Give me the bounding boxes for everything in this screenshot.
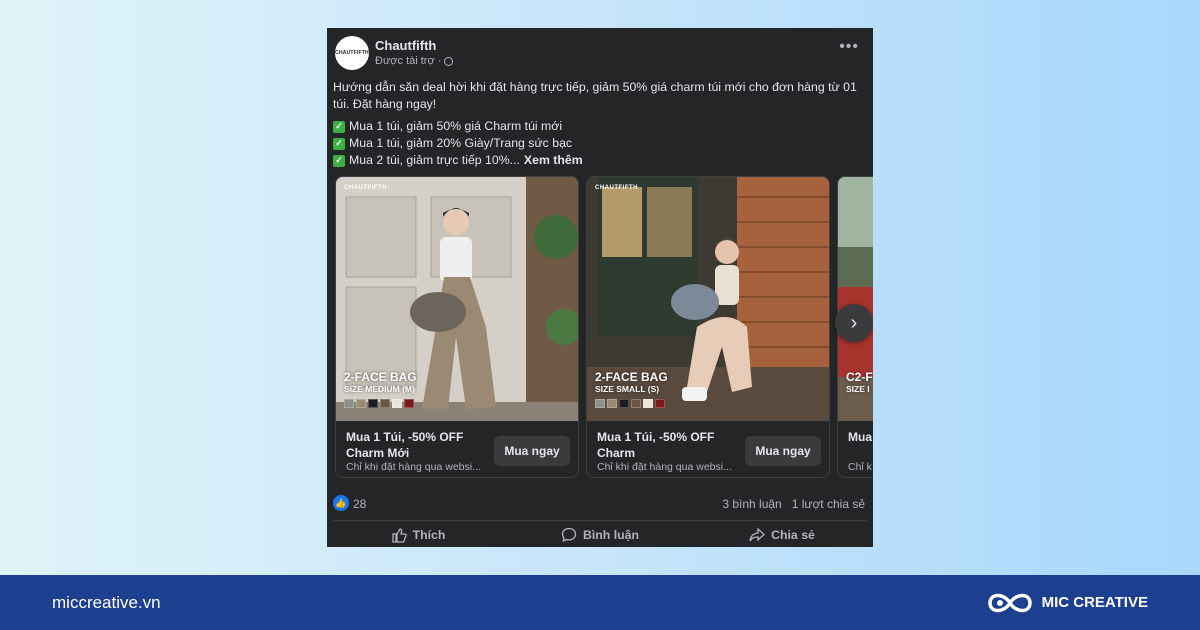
share-label: Chia sẻ bbox=[771, 528, 815, 542]
card-subtitle: Chỉ khi đặt hàng qua websi... bbox=[597, 461, 732, 473]
chevron-right-icon: › bbox=[850, 311, 858, 334]
more-options-icon[interactable]: ••• bbox=[839, 38, 859, 56]
photo-product-name: C2-F bbox=[846, 370, 873, 384]
photo-product-name: 2-FACE BAG bbox=[595, 370, 668, 384]
photo-product-size: SIZE MEDIUM (M) bbox=[344, 384, 415, 394]
color-swatches bbox=[595, 399, 665, 408]
carousel-next-button[interactable]: › bbox=[835, 304, 873, 342]
engagement-counts: 3 bình luận 1 lượt chia sẻ bbox=[722, 497, 865, 511]
caption-text: Hướng dẫn săn deal hời khi đặt hàng trực… bbox=[333, 80, 857, 111]
like-label: Thích bbox=[412, 528, 446, 542]
check-mark-icon: ✓ bbox=[333, 120, 345, 133]
caption-bullet: ✓ Mua 1 túi, giảm 20% Giày/Trang sức bạc bbox=[333, 135, 863, 152]
comment-count[interactable]: 3 bình luận bbox=[722, 497, 781, 511]
like-button[interactable]: Thích bbox=[327, 524, 509, 546]
check-mark-icon: ✓ bbox=[333, 154, 345, 167]
photo-product-size: SIZE SMALL (S) bbox=[595, 384, 660, 394]
carousel-card[interactable]: CHAUTFIFTH 2-FACE BAG SIZE SMALL (S) Mua… bbox=[586, 176, 830, 478]
caption-bullet: ✓ Mua 2 túi, giảm trực tiếp 10%... Xem t… bbox=[333, 152, 863, 169]
post-stats: 👍 28 3 bình luận 1 lượt chia sẻ bbox=[333, 494, 865, 514]
product-photo[interactable]: CHAUTFIFTH 2-FACE BAG SIZE MEDIUM (M) bbox=[336, 177, 578, 421]
share-arrow-icon bbox=[749, 527, 766, 542]
post-header: CHAUTFIFTH Chautfifth Được tài trợ · ••• bbox=[335, 36, 865, 72]
card-footer: Mua 1 Túi, -50% OFF Charm Mới Chỉ khi đặ… bbox=[336, 421, 578, 477]
sponsored-text: Được tài trợ · bbox=[375, 55, 442, 67]
page-avatar[interactable]: CHAUTFIFTH bbox=[335, 36, 369, 70]
post-actions: Thích Bình luận Chia sẻ bbox=[327, 524, 873, 546]
thumbs-up-icon bbox=[391, 528, 407, 543]
website-url: miccreative.vn bbox=[52, 592, 161, 612]
card-subtitle: Chỉ khi đặt hàng qua websi... bbox=[346, 461, 481, 473]
like-reaction-icon[interactable]: 👍 bbox=[333, 495, 349, 511]
photo-product-size: SIZE I bbox=[846, 384, 870, 394]
product-photo[interactable]: C2-F SIZE I bbox=[838, 177, 873, 421]
footer-bar: miccreative.vn MIC CREATIVE bbox=[0, 575, 1200, 630]
divider bbox=[333, 520, 867, 521]
buy-now-button[interactable]: Mua ngay bbox=[745, 436, 821, 466]
photo-brand-watermark: CHAUTFIFTH bbox=[595, 185, 638, 191]
card-title: Mua 1 Túi, -50% OFF Charm Mới bbox=[346, 430, 464, 460]
share-button[interactable]: Chia sẻ bbox=[691, 524, 873, 546]
check-mark-icon: ✓ bbox=[333, 137, 345, 150]
product-photo[interactable]: CHAUTFIFTH 2-FACE BAG SIZE SMALL (S) bbox=[587, 177, 829, 421]
card-footer: Mua 1 Túi, -50% OFF Charm Chỉ khi đặt hà… bbox=[587, 421, 829, 477]
color-swatches bbox=[344, 399, 414, 408]
brand-name: MIC CREATIVE bbox=[1041, 594, 1148, 611]
share-count[interactable]: 1 lượt chia sẻ bbox=[792, 497, 865, 511]
card-subtitle: Chỉ k bbox=[848, 461, 872, 473]
photo-product-name: 2-FACE BAG bbox=[344, 370, 417, 384]
post-caption: Hướng dẫn săn deal hời khi đặt hàng trực… bbox=[333, 79, 863, 169]
card-title: Mua 1 Túi, -50% OFF Charm bbox=[597, 430, 715, 460]
carousel-card[interactable]: CHAUTFIFTH 2-FACE BAG SIZE MEDIUM (M) Mu… bbox=[335, 176, 579, 478]
product-carousel: CHAUTFIFTH 2-FACE BAG SIZE MEDIUM (M) Mu… bbox=[335, 176, 873, 478]
photo-brand-watermark: CHAUTFIFTH bbox=[344, 185, 387, 191]
brand-logo: MIC CREATIVE bbox=[986, 589, 1148, 617]
facebook-post: CHAUTFIFTH Chautfifth Được tài trợ · •••… bbox=[327, 28, 873, 547]
comment-bubble-icon bbox=[561, 527, 577, 543]
bullet-text: Mua 2 túi, giảm trực tiếp 10%... bbox=[349, 153, 520, 167]
card-title: Mua Char bbox=[848, 430, 873, 444]
comment-button[interactable]: Bình luận bbox=[509, 524, 691, 546]
card-footer: Mua Char Chỉ k bbox=[838, 421, 873, 477]
caption-bullet: ✓ Mua 1 túi, giảm 50% giá Charm túi mới bbox=[333, 118, 863, 135]
infinity-logo-icon bbox=[987, 593, 1032, 612]
sponsored-label: Được tài trợ · bbox=[375, 55, 454, 67]
bullet-text: Mua 1 túi, giảm 50% giá Charm túi mới bbox=[349, 119, 563, 133]
comment-label: Bình luận bbox=[582, 528, 639, 542]
buy-now-button[interactable]: Mua ngay bbox=[494, 436, 570, 466]
see-more-link[interactable]: Xem thêm bbox=[524, 152, 583, 169]
reaction-count[interactable]: 28 bbox=[353, 497, 366, 511]
bullet-text: Mua 1 túi, giảm 20% Giày/Trang sức bạc bbox=[349, 136, 573, 150]
globe-icon bbox=[444, 56, 454, 66]
page-name[interactable]: Chautfifth bbox=[375, 38, 436, 53]
